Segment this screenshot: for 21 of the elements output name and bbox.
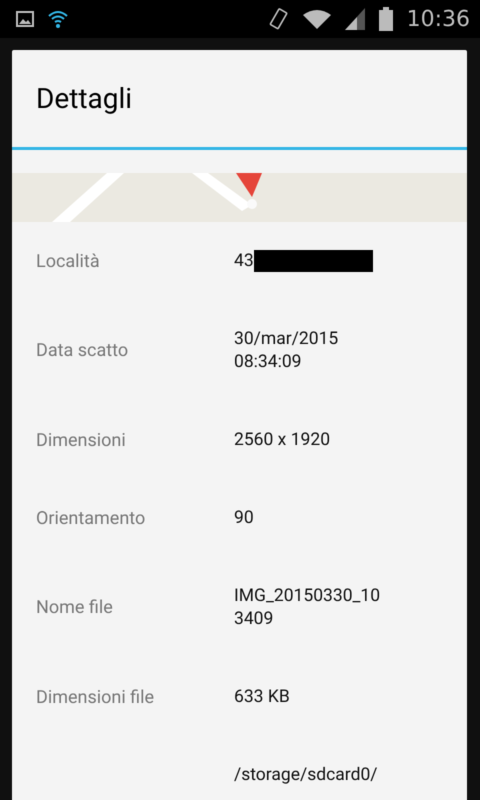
detail-value: 43 — [234, 250, 254, 272]
detail-value: 90 — [234, 506, 254, 530]
detail-label: Dimensioni — [35, 428, 127, 452]
picture-icon — [16, 11, 34, 27]
detail-value: 2560 x 1920 — [234, 428, 330, 452]
detail-value: /storage/sdcard0/ — [234, 764, 378, 786]
signal-icon — [344, 8, 365, 30]
clock-time: 10:36 — [406, 6, 470, 32]
wifi-icon — [48, 10, 68, 28]
detail-label: Nome file — [35, 596, 114, 619]
dialog-title: Dettagli — [35, 81, 134, 117]
detail-label: Orientamento — [35, 506, 146, 530]
detail-value: 633 KB — [234, 686, 290, 708]
wifi-icon — [302, 9, 331, 29]
detail-value: 30/mar/2015 08:34:09 — [234, 328, 338, 374]
battery-icon — [378, 7, 393, 31]
detail-label: Data scatto — [35, 339, 130, 362]
detail-label: Località — [35, 250, 101, 272]
detail-label: Dimensioni file — [35, 686, 156, 708]
rotate-icon — [268, 7, 289, 31]
detail-value: IMG_20150330_10 3409 — [234, 584, 380, 630]
